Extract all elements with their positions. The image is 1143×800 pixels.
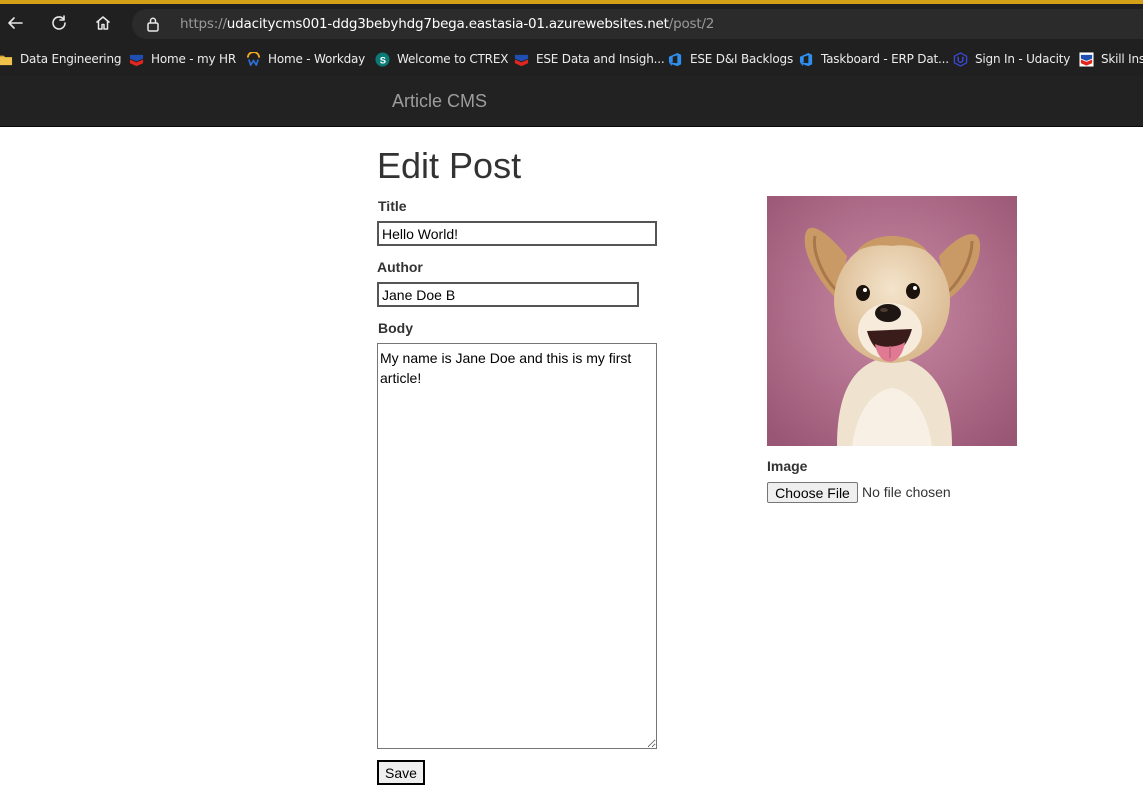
bookmark-taskboard-erp[interactable]: Taskboard - ERP Dat...	[799, 50, 949, 68]
home-button[interactable]	[88, 8, 118, 38]
lock-icon[interactable]	[146, 16, 160, 32]
bookmark-ese-data-insights[interactable]: ESE Data and Insigh...	[514, 50, 665, 68]
choose-file-button[interactable]: Choose File	[767, 482, 858, 503]
azure-devops-icon	[668, 52, 682, 66]
image-label: Image	[767, 458, 808, 474]
workday-icon	[246, 51, 261, 66]
chevron-brand-icon	[1079, 51, 1094, 67]
back-button[interactable]	[0, 8, 30, 38]
bookmarks-bar: Data Engineering Home - my HR Home - Wor…	[0, 42, 1143, 76]
post-image-preview	[767, 196, 1017, 446]
bookmark-home-my-hr[interactable]: Home - my HR	[129, 50, 236, 68]
page-title: Edit Post	[377, 145, 522, 186]
address-bar[interactable]: https://udacitycms001-ddg3bebyhdg7bega.e…	[132, 9, 1143, 39]
udacity-icon	[953, 51, 968, 67]
author-input[interactable]	[377, 282, 639, 307]
url-text: https://udacitycms001-ddg3bebyhdg7bega.e…	[180, 16, 714, 32]
reload-icon	[52, 15, 66, 30]
bookmark-label: Home - my HR	[151, 52, 236, 66]
reload-button[interactable]	[44, 8, 74, 38]
bookmark-label: Sign In - Udacity	[975, 52, 1071, 66]
author-label: Author	[377, 259, 423, 275]
folder-icon	[0, 55, 13, 65]
chevron-brand-icon	[514, 54, 529, 66]
body-label: Body	[378, 320, 413, 336]
url-host: udacitycms001-ddg3bebyhdg7bega.eastasia-…	[226, 16, 669, 32]
back-icon	[8, 17, 23, 29]
url-scheme: https://	[180, 16, 227, 32]
svg-text:S: S	[380, 55, 386, 65]
azure-devops-icon	[799, 52, 813, 66]
url-path: /post/2	[668, 16, 715, 32]
title-label: Title	[378, 198, 407, 214]
bookmark-welcome-ctrex[interactable]: S Welcome to CTREX	[375, 50, 508, 68]
puppy-image	[767, 196, 1017, 446]
save-button[interactable]: Save	[377, 760, 425, 785]
no-file-chosen-text: No file chosen	[862, 484, 951, 500]
chevron-brand-icon	[129, 54, 144, 66]
body-textarea[interactable]: My name is Jane Doe and this is my first…	[377, 343, 657, 749]
bookmark-data-engineering[interactable]: Data Engineering	[0, 50, 121, 68]
bookmark-label: Home - Workday	[268, 52, 366, 66]
bookmark-skill-insights[interactable]: Skill Insi	[1079, 50, 1143, 68]
bookmark-label: Taskboard - ERP Dat...	[821, 52, 949, 66]
bookmark-label: Welcome to CTREX	[397, 52, 509, 66]
home-icon	[96, 16, 110, 30]
navbar-brand-link[interactable]: Article CMS	[392, 91, 487, 112]
bookmark-sign-in-udacity[interactable]: Sign In - Udacity	[953, 50, 1070, 68]
browser-toolbar: https://udacitycms001-ddg3bebyhdg7bega.e…	[0, 4, 1143, 42]
title-input[interactable]	[377, 221, 657, 246]
bookmark-label: ESE D&I Backlogs	[690, 52, 794, 66]
bookmark-label: Data Engineering	[20, 52, 122, 66]
sharepoint-icon: S	[375, 51, 390, 67]
bookmark-home-workday[interactable]: Home - Workday	[246, 50, 365, 68]
bookmark-ese-di-backlogs[interactable]: ESE D&I Backlogs	[668, 50, 793, 68]
bookmark-label: Skill Insi	[1101, 52, 1143, 66]
bookmark-label: ESE Data and Insigh...	[536, 52, 665, 66]
app-navbar: Article CMS	[0, 76, 1143, 127]
